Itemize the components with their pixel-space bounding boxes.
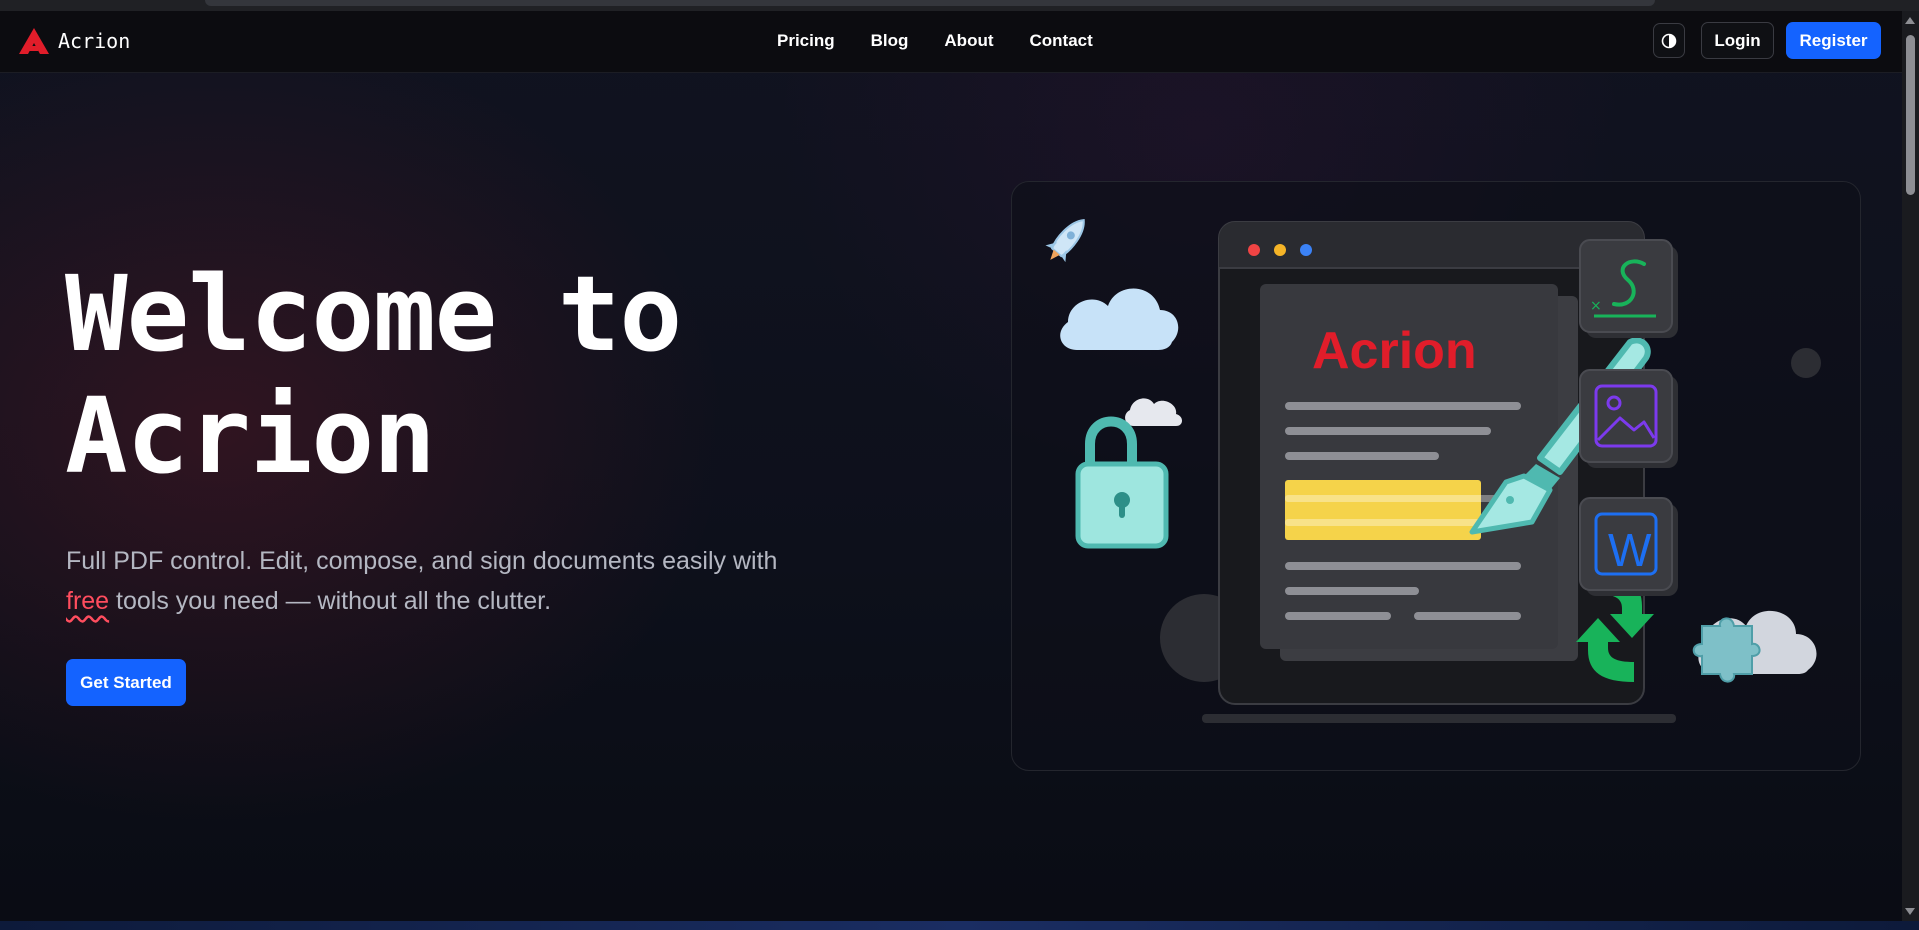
word-icon: W <box>1579 497 1678 596</box>
theme-toggle-button[interactable] <box>1653 23 1685 58</box>
hero-subtitle: Full PDF control. Edit, compose, and sig… <box>66 541 866 621</box>
hero-illustration: Acrion × W <box>1011 181 1861 771</box>
contrast-icon <box>1661 33 1677 48</box>
page: Acrion Pricing Blog About Contact Login … <box>0 11 1902 921</box>
cloud-icon <box>1060 288 1179 350</box>
lock-icon <box>1075 416 1169 549</box>
word-letter: W <box>1608 524 1652 576</box>
hero-title: Welcome to Acrion <box>65 253 682 497</box>
image-icon <box>1579 369 1678 468</box>
scrollbar-thumb[interactable] <box>1906 35 1915 195</box>
brand-name: Acrion <box>58 29 131 53</box>
nav-link-contact[interactable]: Contact <box>1030 31 1093 51</box>
get-started-button[interactable]: Get Started <box>66 659 186 706</box>
scroll-up-arrow-icon[interactable] <box>1905 17 1915 24</box>
brand-logo[interactable]: Acrion <box>18 26 130 56</box>
register-button[interactable]: Register <box>1786 22 1881 59</box>
page-scrollbar[interactable] <box>1902 11 1919 921</box>
svg-text:×: × <box>1590 298 1602 314</box>
hero-subtitle-part2: tools you need — without all the clutter… <box>109 587 552 615</box>
small-cloud-icon <box>1125 398 1182 426</box>
document-logo: Acrion <box>1312 322 1477 380</box>
nav-link-blog[interactable]: Blog <box>871 31 909 51</box>
nav-link-about[interactable]: About <box>944 31 993 51</box>
signature-icon: × <box>1579 239 1678 338</box>
nav-link-pricing[interactable]: Pricing <box>777 31 835 51</box>
hero-title-line1: Welcome to <box>65 253 682 375</box>
navbar: Acrion Pricing Blog About Contact Login … <box>0 11 1902 73</box>
browser-tab-bar <box>205 0 1655 6</box>
browser-top-strip <box>0 0 1919 11</box>
scroll-down-arrow-icon[interactable] <box>1905 908 1915 915</box>
nav-links: Pricing Blog About Contact <box>777 31 1093 51</box>
browser-bottom-strip <box>0 921 1919 930</box>
hero-subtitle-highlight: free <box>66 587 110 615</box>
hero-subtitle-part1: Full PDF control. Edit, compose, and sig… <box>66 547 778 575</box>
decorative-dot <box>1791 348 1821 378</box>
acrion-logo-icon <box>19 28 49 54</box>
login-button[interactable]: Login <box>1701 22 1774 59</box>
rocket-icon <box>1045 218 1085 263</box>
hero-title-line2: Acrion <box>65 375 436 497</box>
puzzle-cloud-icon <box>1692 610 1817 683</box>
